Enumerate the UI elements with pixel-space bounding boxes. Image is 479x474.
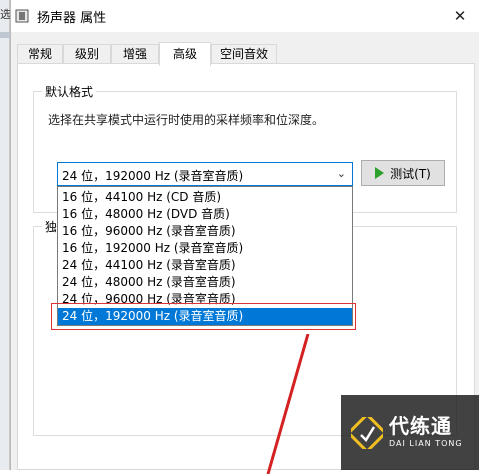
- dropdown-selected-value: 24 位，192000 Hz (录音室音质): [62, 169, 244, 183]
- tab-general[interactable]: 常规: [17, 44, 63, 65]
- dropdown-option[interactable]: 24 位，44100 Hz (录音室音质): [58, 257, 352, 273]
- speaker-icon: [15, 9, 29, 23]
- red-arrow-annotation: [266, 334, 310, 474]
- default-format-label: 默认格式: [42, 83, 97, 100]
- dropdown-option[interactable]: 16 位，48000 Hz (DVD 音质): [58, 206, 352, 222]
- exclusive-mode-label: 独: [42, 218, 56, 235]
- tab-levels[interactable]: 级别: [63, 44, 111, 65]
- dropdown-option[interactable]: 24 位，96000 Hz (录音室音质): [58, 291, 352, 307]
- title-bar[interactable]: 扬声器 属性 ✕: [11, 0, 479, 32]
- watermark: 代练通 DAI LIAN TONG: [341, 395, 479, 470]
- window-title: 扬声器 属性: [37, 11, 107, 26]
- play-icon: [375, 167, 385, 179]
- watermark-name: 代练通: [389, 414, 452, 438]
- dropdown-option[interactable]: 16 位，44100 Hz (CD 音质): [58, 189, 352, 205]
- tab-spatial-sound[interactable]: 空间音效: [211, 44, 277, 65]
- tab-enhancements[interactable]: 增强: [111, 44, 159, 65]
- sample-rate-dropdown[interactable]: 24 位，192000 Hz (录音室音质) ⌄: [57, 162, 353, 186]
- test-button-label: 测试(T): [390, 166, 431, 181]
- close-icon: ✕: [453, 7, 467, 25]
- dropdown-option[interactable]: 16 位，96000 Hz (录音室音质): [58, 223, 352, 239]
- logo-icon: [351, 417, 383, 449]
- background-window-block: [0, 32, 10, 38]
- close-button[interactable]: ✕: [448, 4, 472, 28]
- chevron-down-icon[interactable]: ⌄: [337, 167, 346, 180]
- test-button[interactable]: 测试(T): [361, 160, 445, 186]
- tab-advanced[interactable]: 高级: [159, 42, 211, 66]
- sample-rate-options-list[interactable]: 16 位，44100 Hz (CD 音质) 16 位，48000 Hz (DVD…: [57, 186, 353, 326]
- tab-strip: 常规 级别 增强 高级 空间音效: [17, 42, 475, 66]
- dropdown-option-selected[interactable]: 24 位，192000 Hz (录音室音质): [58, 308, 352, 325]
- dropdown-option[interactable]: 16 位，192000 Hz (录音室音质): [58, 240, 352, 256]
- background-window-edge: 选: [0, 0, 11, 470]
- dropdown-option[interactable]: 24 位，48000 Hz (录音室音质): [58, 274, 352, 290]
- speaker-properties-dialog: 扬声器 属性 ✕ 常规 级别 增强 高级 空间音效 默认格式 选择在共享模式中运…: [10, 0, 479, 474]
- watermark-subtitle: DAI LIAN TONG: [389, 439, 463, 448]
- default-format-description: 选择在共享模式中运行时使用的采样频率和位深度。: [48, 113, 325, 127]
